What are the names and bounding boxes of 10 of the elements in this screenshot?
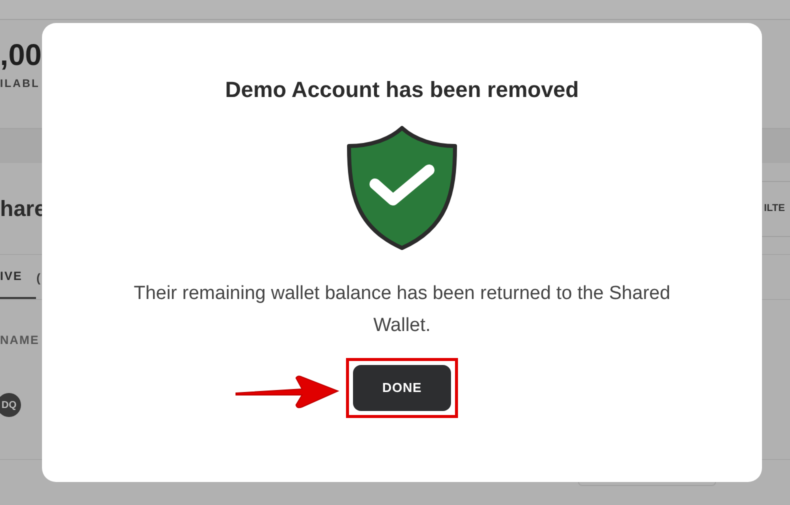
done-button[interactable]: DONE (353, 365, 451, 411)
balance-amount: ,00 (0, 38, 42, 74)
tab[interactable]: IVE (0, 254, 36, 299)
dialog-title: Demo Account has been removed (225, 76, 579, 104)
avatar: DQ (0, 393, 21, 417)
dialog-message: Their remaining wallet balance has been returned to the Shared Wallet. (132, 282, 672, 338)
column-header: NAME (0, 332, 40, 349)
balance-label: ILABL (0, 77, 40, 92)
tab[interactable]: ( (36, 254, 56, 299)
shield-check-icon (345, 124, 459, 252)
